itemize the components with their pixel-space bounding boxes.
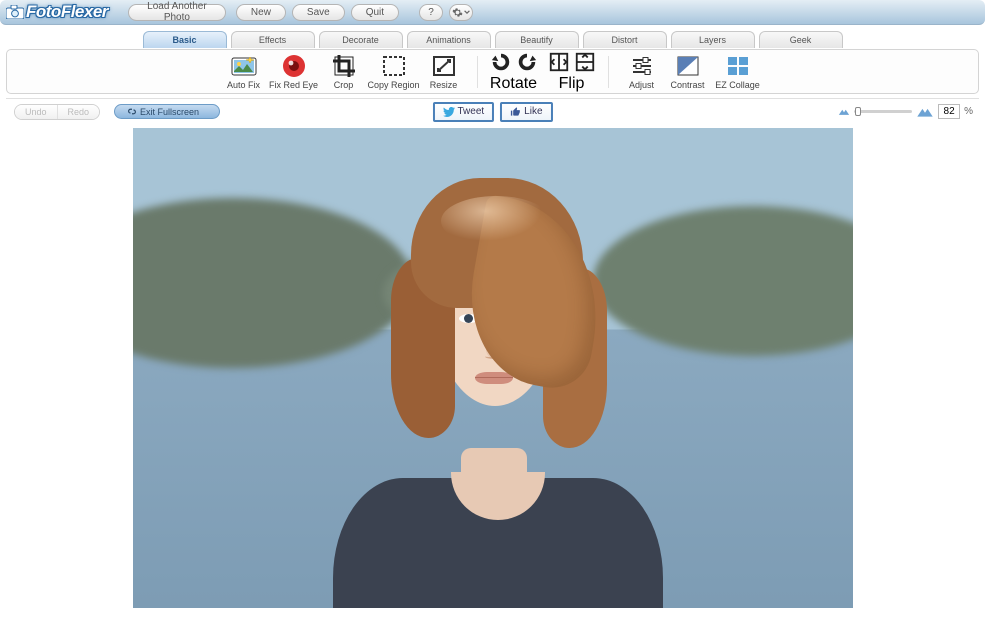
redo-button[interactable]: Redo — [57, 105, 100, 119]
adjust-icon — [628, 54, 656, 78]
flip-v-icon — [574, 51, 596, 73]
contrast-icon — [674, 54, 702, 78]
gear-icon — [452, 7, 463, 18]
tab-label: Basic — [172, 35, 196, 45]
tool-panel: Auto Fix Fix Red Eye Crop Copy Region Re… — [6, 49, 979, 94]
resize-icon — [430, 54, 458, 78]
tool-redeye[interactable]: Fix Red Eye — [269, 54, 319, 90]
settings-button[interactable] — [449, 4, 473, 21]
zoom-percent-label: % — [964, 106, 973, 117]
tool-copyregion[interactable]: Copy Region — [369, 54, 419, 90]
thumbs-up-icon — [510, 106, 521, 117]
undo-redo-group: Undo Redo — [14, 104, 100, 120]
zoom-in-icon[interactable] — [916, 105, 934, 118]
tool-crop[interactable]: Crop — [323, 54, 365, 90]
zoom-control: % — [838, 104, 973, 119]
zoom-value-input[interactable] — [938, 104, 960, 119]
canvas-area — [6, 128, 979, 618]
app-logo: FotoFlexer — [6, 2, 108, 22]
copyregion-icon — [380, 54, 408, 78]
tab-label: Distort — [611, 35, 637, 45]
tool-autofix[interactable]: Auto Fix — [223, 54, 265, 90]
bg-hill — [133, 198, 413, 368]
tab-label: Effects — [259, 35, 286, 45]
tab-label: Geek — [790, 35, 812, 45]
tool-rotate[interactable]: Rotate — [490, 51, 538, 93]
app-name: FotoFlexer — [26, 2, 108, 22]
new-button[interactable]: New — [236, 4, 286, 21]
tab-label: Layers — [699, 35, 726, 45]
zoom-thumb[interactable] — [855, 107, 861, 116]
tool-flip[interactable]: Flip — [548, 51, 596, 93]
help-button[interactable]: ? — [419, 4, 443, 21]
tool-label: Rotate — [490, 75, 537, 93]
portrait-hair — [391, 178, 601, 438]
tab-animations[interactable]: Animations — [407, 31, 491, 48]
zoom-slider[interactable] — [854, 110, 912, 113]
social-buttons: Tweet Like — [432, 102, 552, 122]
quit-button[interactable]: Quit — [351, 4, 399, 21]
tool-ezcollage[interactable]: EZ Collage — [713, 54, 763, 90]
tool-label: Flip — [559, 75, 585, 93]
chain-icon — [127, 107, 137, 116]
redeye-icon — [280, 54, 308, 78]
zoom-out-icon[interactable] — [838, 107, 850, 116]
tab-label: Beautify — [520, 35, 553, 45]
tool-resize[interactable]: Resize — [423, 54, 465, 90]
tab-geek[interactable]: Geek — [759, 31, 843, 48]
autofix-icon — [230, 54, 258, 78]
photo[interactable] — [133, 128, 853, 608]
undo-button[interactable]: Undo — [15, 105, 57, 119]
secondary-bar: Undo Redo Exit Fullscreen Tweet Like % — [6, 98, 979, 120]
tool-label: Resize — [430, 80, 458, 90]
tab-label: Animations — [426, 35, 471, 45]
load-photo-button[interactable]: Load Another Photo — [128, 4, 226, 21]
rotate-right-icon — [516, 51, 538, 73]
tool-label: Adjust — [629, 80, 654, 90]
tab-effects[interactable]: Effects — [231, 31, 315, 48]
tool-label: Contrast — [670, 80, 704, 90]
separator — [608, 56, 609, 88]
twitter-icon — [442, 107, 454, 117]
tool-adjust[interactable]: Adjust — [621, 54, 663, 90]
tab-layers[interactable]: Layers — [671, 31, 755, 48]
tool-label: Auto Fix — [227, 80, 260, 90]
like-button[interactable]: Like — [500, 102, 552, 122]
tab-label: Decorate — [342, 35, 379, 45]
tool-label: Crop — [334, 80, 354, 90]
tool-label: Copy Region — [367, 80, 419, 90]
like-label: Like — [524, 106, 542, 117]
tab-distort[interactable]: Distort — [583, 31, 667, 48]
crop-icon — [330, 54, 358, 78]
tab-beautify[interactable]: Beautify — [495, 31, 579, 48]
bg-hill — [593, 206, 853, 356]
rotate-left-icon — [490, 51, 512, 73]
help-icon: ? — [428, 7, 434, 18]
tool-label: EZ Collage — [715, 80, 760, 90]
camera-icon — [6, 5, 24, 19]
tweet-label: Tweet — [457, 106, 484, 117]
tool-contrast[interactable]: Contrast — [667, 54, 709, 90]
chevron-down-icon — [464, 9, 470, 15]
tab-bar: Basic Effects Decorate Animations Beauti… — [0, 31, 985, 49]
tool-label: Fix Red Eye — [269, 80, 318, 90]
tab-basic[interactable]: Basic — [143, 31, 227, 48]
tab-decorate[interactable]: Decorate — [319, 31, 403, 48]
flip-h-icon — [548, 51, 570, 73]
save-button[interactable]: Save — [292, 4, 345, 21]
separator — [477, 56, 478, 88]
exit-fullscreen-label: Exit Fullscreen — [140, 107, 199, 117]
exit-fullscreen-button[interactable]: Exit Fullscreen — [114, 104, 220, 119]
portrait-shirt — [333, 478, 663, 608]
top-bar: FotoFlexer Load Another Photo New Save Q… — [0, 0, 985, 25]
collage-icon — [724, 54, 752, 78]
tweet-button[interactable]: Tweet — [432, 102, 494, 122]
